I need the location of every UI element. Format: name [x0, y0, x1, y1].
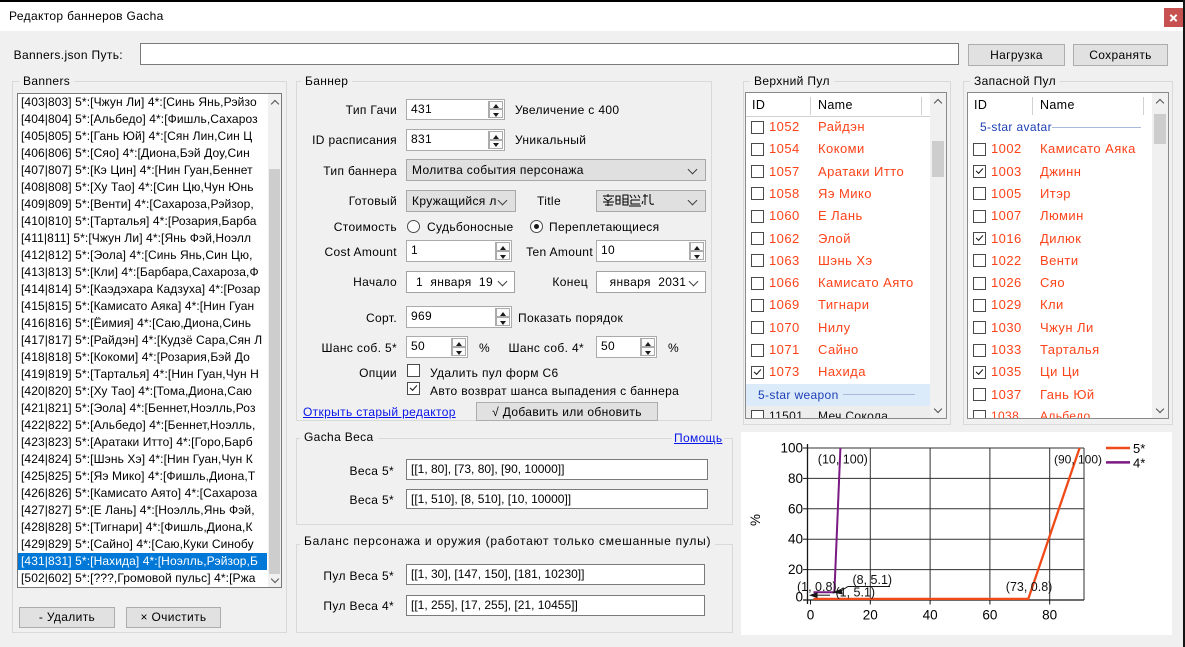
svg-text:5*: 5*: [1133, 441, 1145, 456]
svg-text:80: 80: [1042, 608, 1057, 623]
svg-text:60: 60: [788, 501, 803, 516]
svg-text:40: 40: [788, 532, 803, 547]
svg-text:(90, 100): (90, 100): [1054, 453, 1102, 467]
svg-text:60: 60: [982, 608, 997, 623]
svg-text:0: 0: [807, 608, 815, 623]
svg-text:40: 40: [923, 608, 938, 623]
svg-text:100: 100: [780, 441, 803, 456]
svg-text:%: %: [748, 514, 763, 526]
svg-text:(1, 0.8): (1, 0.8): [797, 580, 837, 594]
svg-text:4*: 4*: [1133, 455, 1145, 470]
svg-text:20: 20: [863, 608, 878, 623]
svg-text:20: 20: [788, 562, 803, 577]
svg-text:(10, 100): (10, 100): [818, 453, 868, 467]
svg-text:80: 80: [788, 471, 803, 486]
svg-text:(73, 0.8): (73, 0.8): [1006, 580, 1053, 594]
